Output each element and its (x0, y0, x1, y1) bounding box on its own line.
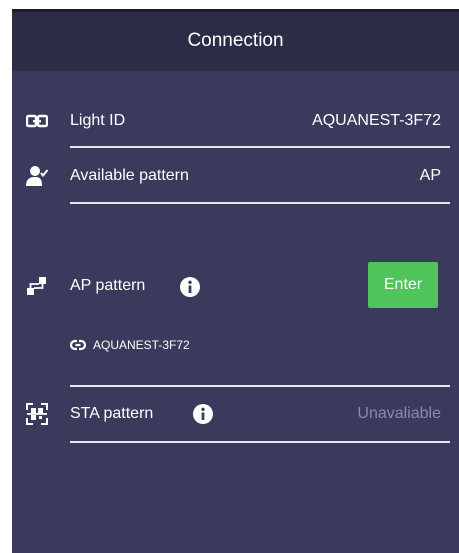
divider (70, 441, 450, 443)
ap-ssid: AQUANEST-3F72 (93, 338, 190, 352)
ap-connect-icon (27, 277, 46, 295)
divider (70, 202, 450, 204)
sta-pattern-label: STA pattern (70, 405, 154, 422)
light-id-label: Light ID (70, 112, 126, 129)
link-icon (26, 114, 48, 128)
divider (70, 385, 450, 387)
available-pattern-label: Available pattern (70, 167, 189, 184)
connection-screen: Connection Light ID AQUANEST-3F72 Availa… (12, 9, 459, 553)
chain-link-icon (70, 339, 86, 351)
user-check-icon (26, 166, 48, 186)
light-id-row: Light ID AQUANEST-3F72 (12, 108, 459, 138)
info-icon[interactable] (180, 277, 200, 297)
enter-button[interactable]: Enter (368, 262, 438, 308)
available-pattern-value: AP (419, 167, 441, 184)
sta-pattern-row: STA pattern Unavaliable (12, 401, 459, 431)
divider (70, 146, 450, 148)
info-icon[interactable] (193, 404, 213, 424)
available-pattern-row: Available pattern AP (12, 163, 459, 193)
page-title: Connection (187, 30, 284, 51)
light-id-value: AQUANEST-3F72 (312, 112, 441, 129)
header-bar: Connection (12, 9, 459, 71)
sta-pattern-status: Unavaliable (357, 405, 441, 422)
ap-pattern-label: AP pattern (70, 277, 146, 294)
qr-scan-icon (26, 403, 48, 425)
